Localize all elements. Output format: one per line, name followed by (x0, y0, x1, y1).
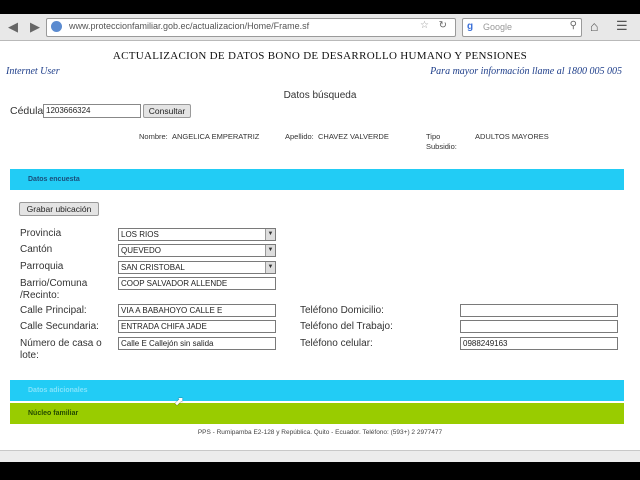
chevron-down-icon[interactable]: ▼ (265, 229, 275, 240)
cedula-label: Cédula (10, 105, 44, 117)
apellido-label: Apellido: (285, 132, 314, 141)
section-encuesta[interactable]: Datos encuesta (10, 169, 624, 190)
consult-button[interactable]: Consultar (143, 104, 191, 118)
section-nucleo-label: Núcleo familiar (28, 410, 79, 417)
back-arrow-icon[interactable]: ◀ (6, 20, 20, 34)
calle-secundaria-input[interactable]: ENTRADA CHIFA JADE (118, 320, 276, 333)
menu-icon[interactable]: ☰ (616, 18, 628, 34)
calle-secundaria-label: Calle Secundaria: (20, 321, 99, 332)
telefono-domicilio-label: Teléfono Domicilio: (300, 305, 384, 316)
calle-principal-input[interactable]: VIA A BABAHOYO CALLE E (118, 304, 276, 317)
provincia-value: LOS RIOS (121, 230, 159, 239)
search-icon[interactable]: ⚲ (570, 20, 577, 31)
parroquia-select[interactable]: SAN CRISTOBAL ▼ (118, 261, 276, 274)
numero-casa-input[interactable]: Calle E Callejón sin salida (118, 337, 276, 350)
home-icon[interactable]: ⌂ (590, 18, 598, 34)
barrio-label: Barrio/Comuna (20, 278, 88, 289)
site-favicon-icon (51, 21, 62, 32)
apellido-value: CHAVEZ VALVERDE (318, 132, 389, 141)
parroquia-label: Parroquia (20, 261, 64, 272)
nombre-value: ANGELICA EMPERATRIZ (172, 132, 260, 141)
telefono-trabajo-input[interactable] (460, 320, 618, 333)
nombre-label: Nombre: (139, 132, 168, 141)
provincia-label: Provincia (20, 228, 62, 239)
tipo-subsidio-value: ADULTOS MAYORES (475, 132, 549, 141)
footer-address: PPS - Rumipamba E2-128 y República. Quit… (197, 429, 443, 436)
canton-label: Cantón (20, 244, 53, 255)
cedula-input[interactable]: 1203666324 (43, 104, 141, 118)
numero-casa-label: Número de casa o (20, 338, 102, 349)
address-bar[interactable]: www.proteccionfamiliar.gob.ec/actualizac… (46, 18, 456, 37)
section-encuesta-label: Datos encuesta (28, 176, 80, 183)
numero-casa-label-2: lote: (20, 350, 39, 361)
page-title: ACTUALIZACION DE DATOS BONO DE DESARROLL… (112, 50, 528, 62)
contact-info: Para mayor información llame al 1800 005… (430, 66, 622, 77)
reload-icon[interactable]: ↻ (439, 20, 447, 31)
user-label: Internet User (6, 66, 60, 77)
browser-toolbar: ◀ ▶ www.proteccionfamiliar.gob.ec/actual… (0, 14, 640, 41)
telefono-celular-label: Teléfono celular: (300, 338, 373, 349)
chevron-down-icon[interactable]: ▼ (265, 262, 275, 273)
status-bar (0, 450, 640, 462)
telefono-celular-input[interactable]: 0988249163 (460, 337, 618, 350)
telefono-trabajo-label: Teléfono del Trabajo: (300, 321, 393, 332)
google-icon: g (467, 21, 474, 32)
browser-window: ◀ ▶ www.proteccionfamiliar.gob.ec/actual… (0, 14, 640, 462)
save-location-button[interactable]: Grabar ubicación (19, 202, 99, 216)
parroquia-value: SAN CRISTOBAL (121, 263, 185, 272)
url-text: www.proteccionfamiliar.gob.ec/actualizac… (69, 21, 310, 31)
chevron-down-icon[interactable]: ▼ (265, 245, 275, 256)
search-placeholder: Google (483, 22, 513, 32)
search-section-title: Datos búsqueda (283, 90, 357, 101)
section-nucleo[interactable]: Núcleo familiar (10, 403, 624, 424)
tipo-subsidio-label: Tipo (426, 132, 441, 141)
canton-value: QUEVEDO (121, 246, 162, 255)
provincia-select[interactable]: LOS RIOS ▼ (118, 228, 276, 241)
tipo-subsidio-label-2: Subsidio: (426, 142, 457, 151)
mouse-pointer-icon: ⬈ (174, 394, 185, 408)
barrio-label-2: /Recinto: (20, 290, 60, 301)
bookmark-star-icon[interactable]: ☆ (420, 20, 429, 31)
section-adicionales[interactable]: Datos adicionales (10, 380, 624, 401)
telefono-domicilio-input[interactable] (460, 304, 618, 317)
forward-arrow-icon[interactable]: ▶ (28, 20, 42, 34)
canton-select[interactable]: QUEVEDO ▼ (118, 244, 276, 257)
calle-principal-label: Calle Principal: (20, 305, 87, 316)
search-bar[interactable]: g Google ⚲ (462, 18, 582, 37)
barrio-input[interactable]: COOP SALVADOR ALLENDE (118, 277, 276, 290)
section-adicionales-label: Datos adicionales (28, 387, 88, 394)
